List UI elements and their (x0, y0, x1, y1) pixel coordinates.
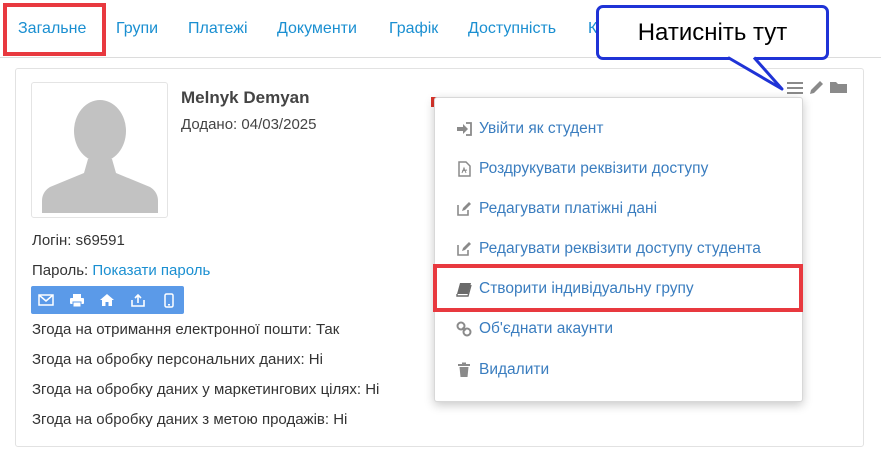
tab-availability[interactable]: Доступність (468, 20, 556, 38)
consent-email: Згода на отримання електронної пошти: Та… (32, 321, 340, 338)
added-date: Додано: 04/03/2025 (181, 116, 317, 133)
menu-item-label: Увійти як студент (479, 120, 604, 137)
tab-groups[interactable]: Групи (116, 20, 158, 38)
callout-text: Натисніть тут (637, 18, 788, 46)
share-icon (131, 293, 145, 307)
menu-item-label: Видалити (479, 361, 550, 378)
user-silhouette-icon (42, 100, 158, 213)
password-label: Пароль: (32, 262, 93, 279)
student-actions-dropdown: Увійти як студент Роздрукувати реквізити… (434, 97, 803, 402)
menu-item-login-as-student[interactable]: Увійти як студент (435, 114, 804, 144)
menu-item-edit-payment[interactable]: Редагувати платіжні дані (435, 194, 804, 224)
trash-icon (455, 361, 473, 379)
consent-personal-data: Згода на обробку персональних даних: Ні (32, 351, 323, 368)
menu-item-edit-access[interactable]: Редагувати реквізити доступу студента (435, 234, 804, 264)
menu-item-delete[interactable]: Видалити (435, 355, 804, 385)
mobile-icon (163, 292, 174, 308)
consent-sales: Згода на обробку даних з метою продажів:… (32, 411, 348, 428)
tab-highlight-box (3, 3, 106, 56)
callout-pointer (727, 56, 784, 91)
menu-item-label: Роздрукувати реквізити доступу (479, 160, 709, 177)
print-icon (69, 293, 84, 307)
consent-marketing: Згода на обробку даних у маркетингових ц… (32, 381, 380, 398)
menu-item-merge-accounts[interactable]: Об'єднати акаунти (435, 314, 804, 344)
link-icon (455, 320, 473, 338)
folder-button[interactable] (829, 79, 848, 99)
show-password-link[interactable]: Показати пароль (92, 262, 210, 279)
menu-item-label: Редагувати реквізити доступу студента (479, 240, 761, 257)
print-button[interactable] (62, 286, 93, 314)
pdf-icon (455, 160, 473, 178)
login-text: Логін: s69591 (32, 232, 125, 249)
password-row: Пароль: Показати пароль (32, 262, 210, 279)
mobile-button[interactable] (153, 286, 184, 314)
sign-in-icon (455, 120, 473, 138)
envelope-icon (38, 294, 55, 306)
edit-icon (455, 200, 473, 218)
student-name: Melnyk Demyan (181, 88, 310, 107)
tab-schedule[interactable]: Графік (389, 20, 438, 38)
edit-student-button[interactable] (808, 79, 825, 99)
menu-item-label: Редагувати платіжні дані (479, 200, 658, 217)
folder-icon (830, 82, 847, 93)
pencil-icon (810, 81, 823, 94)
avatar (31, 82, 168, 218)
menu-item-print-access[interactable]: Роздрукувати реквізити доступу (435, 154, 804, 184)
tab-payments[interactable]: Платежі (188, 20, 248, 38)
menu-item-label: Об'єднати акаунти (479, 320, 614, 337)
tab-documents[interactable]: Документи (277, 20, 357, 38)
home-icon (100, 294, 115, 306)
edit-icon (455, 240, 473, 258)
home-button[interactable] (92, 286, 123, 314)
share-button[interactable] (123, 286, 154, 314)
email-button[interactable] (31, 286, 62, 314)
callout-bubble: Натисніть тут (596, 5, 829, 60)
menu-highlight-box (433, 264, 803, 312)
student-action-bar (31, 286, 184, 314)
